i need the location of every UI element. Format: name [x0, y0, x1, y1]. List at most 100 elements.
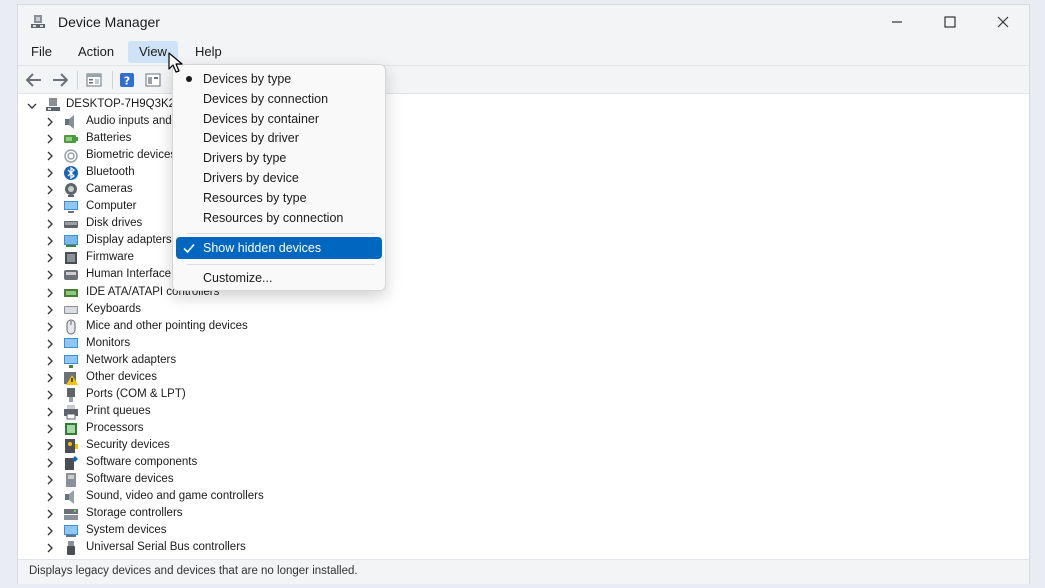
tree-row-keyboards[interactable]: Keyboards	[18, 302, 418, 319]
title-bar[interactable]: Device Manager	[18, 5, 1029, 39]
chevron-right-icon[interactable]	[45, 151, 55, 161]
help-button[interactable]: ?	[117, 70, 137, 90]
chevron-right-icon[interactable]	[45, 373, 55, 383]
chevron-right-icon[interactable]	[45, 424, 55, 434]
tree-row-software-devices[interactable]: Software devices	[18, 472, 418, 489]
tree-row-label: Mice and other pointing devices	[86, 319, 248, 332]
battery-icon	[64, 135, 78, 144]
minimize-button[interactable]	[874, 5, 920, 39]
chevron-right-icon[interactable]	[45, 253, 55, 263]
device-manager-window: Device Manager File Action View Help ? D…	[18, 5, 1029, 584]
tree-row-label: Biometric devices	[86, 149, 177, 162]
menu-separator	[187, 264, 375, 265]
menu-file[interactable]: File	[20, 41, 63, 63]
chevron-right-icon[interactable]	[45, 117, 55, 127]
back-button[interactable]	[24, 70, 44, 90]
computer-icon	[64, 201, 78, 214]
chevron-right-icon[interactable]	[45, 390, 55, 400]
warning-device-icon	[64, 371, 78, 385]
chevron-right-icon[interactable]	[45, 526, 55, 536]
close-button[interactable]	[980, 5, 1026, 39]
tree-row-label: Universal Serial Bus controllers	[86, 541, 246, 554]
tree-row-monitors[interactable]: Monitors	[18, 336, 418, 353]
tree-row-label: Monitors	[86, 336, 131, 349]
chevron-down-icon[interactable]	[27, 101, 37, 111]
menu-item-drivers-by-type[interactable]: Drivers by type	[176, 148, 382, 168]
chevron-right-icon[interactable]	[45, 543, 55, 553]
chevron-right-icon[interactable]	[45, 356, 55, 366]
chevron-right-icon[interactable]	[45, 407, 55, 417]
security-icon	[65, 438, 78, 453]
menu-item-customize[interactable]: Customize...	[176, 268, 382, 288]
ide-icon	[64, 288, 78, 297]
tree-row-universal-serial-bus-controllers[interactable]: Universal Serial Bus controllers	[18, 540, 418, 557]
hid-icon	[64, 270, 78, 281]
network-icon	[64, 354, 78, 368]
menu-item-devices-by-type[interactable]: Devices by type	[176, 69, 382, 89]
tree-row-label: Ports (COM & LPT)	[86, 387, 186, 400]
menu-item-resources-by-type[interactable]: Resources by type	[176, 188, 382, 208]
forward-button[interactable]	[50, 70, 70, 90]
chevron-right-icon[interactable]	[45, 509, 55, 519]
tree-row-storage-controllers[interactable]: Storage controllers	[18, 506, 418, 523]
menu-item-devices-by-driver[interactable]: Devices by driver	[176, 128, 382, 148]
tree-row-processors[interactable]: Processors	[18, 421, 418, 438]
chevron-right-icon[interactable]	[45, 458, 55, 468]
menu-item-drivers-by-device[interactable]: Drivers by device	[176, 168, 382, 188]
chevron-right-icon[interactable]	[45, 270, 55, 280]
chevron-right-icon[interactable]	[45, 219, 55, 229]
tree-row-label: Network adapters	[86, 353, 177, 366]
printer-icon	[64, 404, 78, 420]
tree-row-network-adapters[interactable]: Network adapters	[18, 353, 418, 370]
chevron-right-icon[interactable]	[45, 441, 55, 451]
sound-icon	[65, 490, 74, 505]
device-tree[interactable]: DESKTOP-7H9Q3K2 Audio inputs and outputs…	[18, 93, 1029, 559]
chevron-right-icon[interactable]	[45, 475, 55, 485]
computer-root-icon	[46, 98, 60, 111]
update-view-button[interactable]	[143, 70, 163, 90]
menu-help[interactable]: Help	[184, 41, 233, 63]
tree-row-label: Computer	[86, 200, 137, 213]
menu-item-label: Show hidden devices	[203, 241, 322, 255]
chevron-right-icon[interactable]	[45, 168, 55, 178]
chevron-right-icon[interactable]	[45, 305, 55, 315]
chevron-right-icon[interactable]	[45, 202, 55, 212]
chevron-right-icon[interactable]	[45, 185, 55, 195]
tree-row-label: Software components	[86, 456, 198, 468]
chevron-right-icon[interactable]	[45, 322, 55, 332]
tree-row-label: Print queues	[86, 404, 151, 417]
tree-row-label: System devices	[86, 524, 167, 537]
properties-button[interactable]	[84, 70, 104, 90]
tree-row-security-devices[interactable]: Security devices	[18, 438, 418, 455]
tree-row-system-devices[interactable]: System devices	[18, 523, 418, 540]
display-adapter-icon	[64, 235, 78, 248]
tree-row-ports-com-lpt[interactable]: Ports (COM & LPT)	[18, 387, 418, 404]
software-component-icon	[65, 456, 78, 470]
tree-row-label: Firmware	[86, 251, 134, 264]
menu-item-devices-by-connection[interactable]: Devices by connection	[176, 89, 382, 109]
tree-row-sound-video-and-game-controllers[interactable]: Sound, video and game controllers	[18, 489, 418, 506]
tree-row-label: Storage controllers	[86, 507, 183, 520]
tree-row-label: Keyboards	[86, 302, 141, 315]
maximize-button[interactable]	[927, 5, 973, 39]
chevron-right-icon[interactable]	[45, 492, 55, 502]
chevron-right-icon[interactable]	[45, 134, 55, 144]
tree-row-label: Processors	[86, 421, 144, 434]
view-menu-dropdown: Devices by type Devices by connection Devi…	[172, 64, 386, 291]
forward-arrow-icon	[53, 73, 68, 87]
tree-row-other-devices[interactable]: Other devices	[18, 370, 418, 387]
toolbar-divider	[112, 71, 113, 89]
bluetooth-icon	[64, 166, 78, 181]
tree-row-mice-and-other-pointing-devices[interactable]: Mice and other pointing devices	[18, 319, 418, 336]
device-manager-icon	[31, 15, 45, 28]
chevron-right-icon[interactable]	[45, 339, 55, 349]
chevron-right-icon[interactable]	[45, 288, 55, 298]
tree-row-print-queues[interactable]: Print queues	[18, 404, 418, 421]
menu-item-show-hidden-devices[interactable]: Show hidden devices	[176, 237, 382, 259]
menu-item-devices-by-container[interactable]: Devices by container	[176, 109, 382, 129]
tree-row-label: Disk drives	[86, 217, 143, 230]
menu-item-resources-by-connection[interactable]: Resources by connection	[176, 208, 382, 228]
tree-row-software-components[interactable]: Software components	[18, 455, 418, 472]
chevron-right-icon[interactable]	[45, 236, 55, 246]
menu-action[interactable]: Action	[67, 41, 125, 63]
